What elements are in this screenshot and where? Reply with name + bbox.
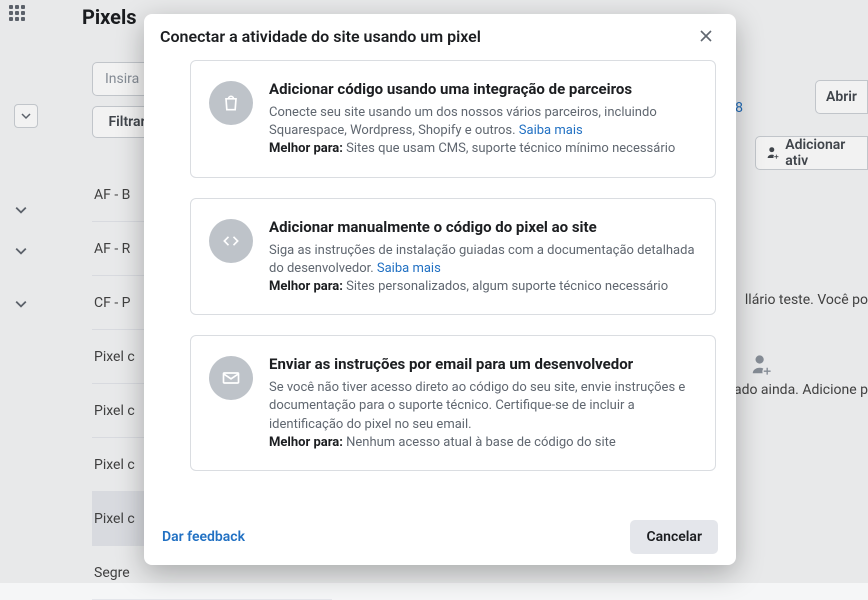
email-icon (209, 356, 253, 400)
connect-pixel-modal: Conectar a atividade do site usando um p… (144, 14, 736, 565)
option-title: Enviar as instruções por email para um d… (269, 354, 695, 375)
option-title: Adicionar manualmente o código do pixel … (269, 217, 695, 238)
option-text: Enviar as instruções por email para um d… (269, 354, 695, 452)
best-for-text: Sites personalizados, algum suporte técn… (343, 279, 668, 294)
modal-header: Conectar a atividade do site usando um p… (144, 14, 736, 58)
option-desc: Conecte seu site usando um dos nossos vá… (269, 105, 657, 138)
best-for-text: Sites que usam CMS, suporte técnico míni… (343, 141, 675, 156)
best-for-label: Melhor para: (269, 435, 343, 450)
close-icon (698, 28, 714, 44)
learn-more-link[interactable]: Saiba mais (377, 261, 441, 276)
option-partner-integration[interactable]: Adicionar código usando uma integração d… (190, 60, 716, 178)
option-desc: Se você não tiver acesso direto ao códig… (269, 380, 685, 431)
cancel-button[interactable]: Cancelar (630, 520, 718, 554)
feedback-link[interactable]: Dar feedback (162, 529, 245, 545)
option-desc: Siga as instruções de instalação guiadas… (269, 243, 695, 276)
learn-more-link[interactable]: Saiba mais (519, 123, 583, 138)
shopping-bag-icon (209, 81, 253, 125)
option-title: Adicionar código usando uma integração d… (269, 79, 695, 100)
option-email-developer[interactable]: Enviar as instruções por email para um d… (190, 335, 716, 471)
option-text: Adicionar código usando uma integração d… (269, 79, 695, 159)
modal-title: Conectar a atividade do site usando um p… (160, 27, 481, 46)
code-icon (209, 219, 253, 263)
modal-footer: Dar feedback Cancelar (144, 509, 736, 565)
best-for-label: Melhor para: (269, 279, 343, 294)
close-button[interactable] (692, 22, 720, 50)
option-text: Adicionar manualmente o código do pixel … (269, 217, 695, 297)
best-for-text: Nenhum acesso atual à base de código do … (343, 435, 616, 450)
modal-body: Adicionar código usando uma integração d… (144, 58, 736, 509)
best-for-label: Melhor para: (269, 141, 343, 156)
option-manual-code[interactable]: Adicionar manualmente o código do pixel … (190, 198, 716, 316)
